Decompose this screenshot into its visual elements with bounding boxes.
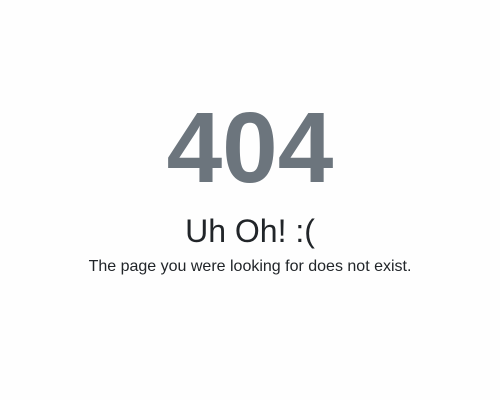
error-code: 404 (166, 92, 334, 204)
not-found-page: 404 Uh Oh! :( The page you were looking … (0, 0, 500, 400)
error-message: The page you were looking for does not e… (88, 258, 412, 275)
error-title: Uh Oh! :( (185, 213, 315, 249)
